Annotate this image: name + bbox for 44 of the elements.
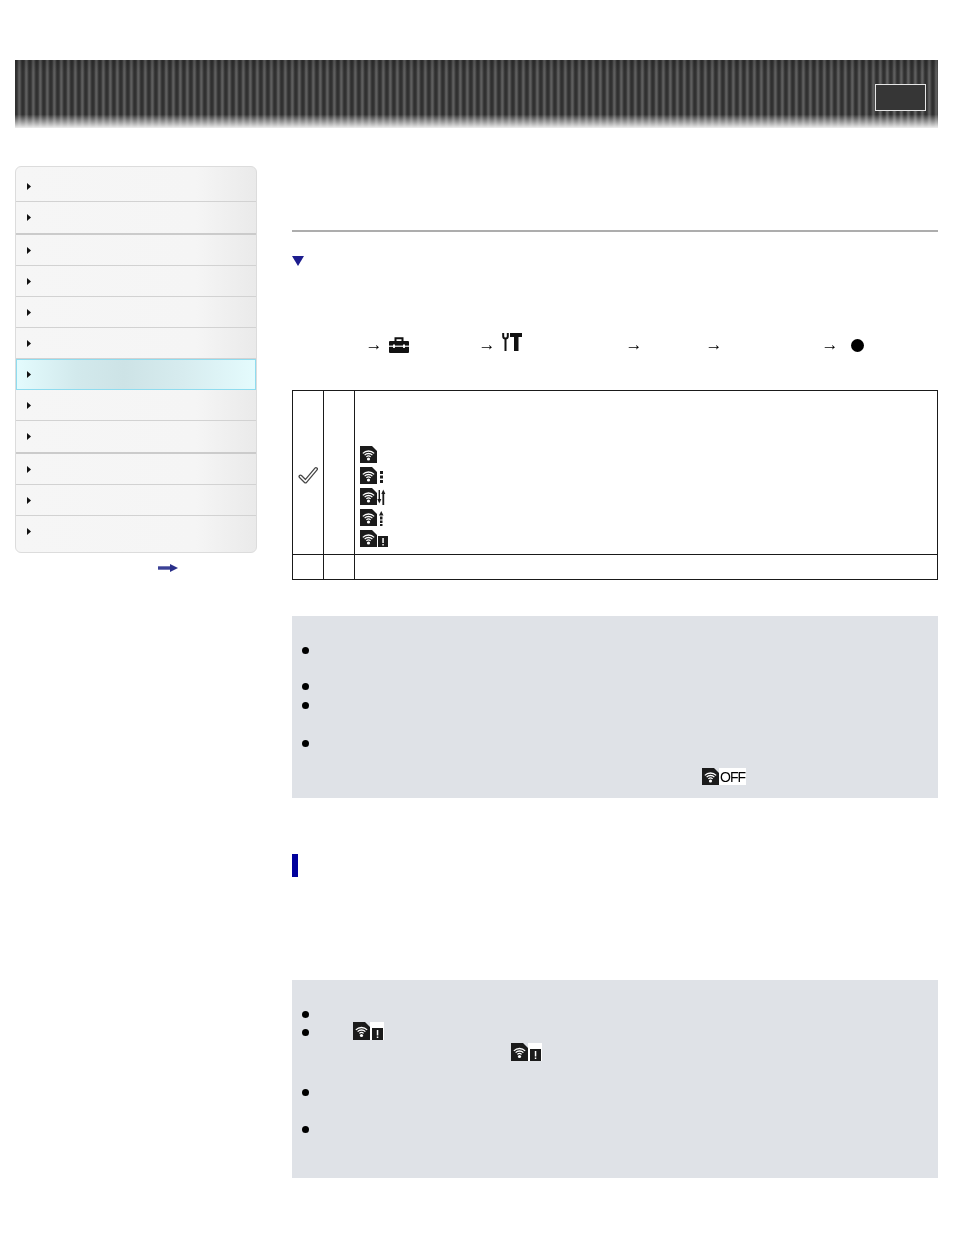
wifi-card-up-arrow-icon: [360, 509, 384, 526]
bullet-icon: [302, 1126, 309, 1133]
bullet-icon: [302, 1011, 309, 1018]
step-arrow: →: [365, 335, 383, 355]
step-arrow: →: [821, 335, 839, 355]
circle-icon: [851, 338, 864, 352]
section-marker-icon: [292, 854, 298, 877]
triangle-icon: [292, 256, 304, 266]
caret-icon: [27, 277, 31, 285]
step-arrow: →: [625, 335, 643, 355]
caret-icon: [27, 496, 31, 504]
caret-icon: [27, 182, 31, 190]
table-cell: [323, 554, 355, 580]
bullet-icon: [302, 1029, 309, 1036]
caret-icon: [27, 214, 31, 221]
wifi-card-dots-icon: [360, 467, 384, 484]
caret-icon: [27, 401, 31, 409]
bullet-icon: [302, 740, 309, 747]
step-arrow: →: [478, 335, 496, 355]
wifi-card-icon: [702, 768, 719, 785]
caret-icon: [27, 339, 31, 347]
wifi-card-icon: [360, 446, 377, 463]
step-arrow: →: [705, 335, 723, 355]
sidebar-item[interactable]: [16, 359, 256, 390]
right-arrow-icon[interactable]: [158, 564, 178, 572]
off-label: OFF: [719, 768, 746, 785]
checkmark-icon: [298, 465, 318, 484]
caret-icon: [27, 371, 31, 378]
caret-icon: [27, 246, 31, 254]
wifi-card-arrows-icon: [360, 488, 386, 505]
toolbox-icon: [389, 337, 409, 353]
caret-icon: [27, 433, 31, 440]
wifi-card-warning-icon: [511, 1043, 542, 1061]
bullet-icon: [302, 702, 309, 709]
bullet-icon: [302, 1089, 309, 1096]
bullet-icon: [302, 683, 309, 690]
header-button[interactable]: [875, 84, 926, 111]
caret-icon: [27, 528, 31, 535]
caret-icon: [27, 308, 31, 316]
wifi-card-warning-icon: [360, 530, 388, 547]
wifi-card-warning-icon: [353, 1022, 384, 1040]
caret-icon: [27, 465, 31, 473]
bullet-icon: [302, 647, 309, 654]
wrench-hammer-icon: [502, 333, 522, 351]
